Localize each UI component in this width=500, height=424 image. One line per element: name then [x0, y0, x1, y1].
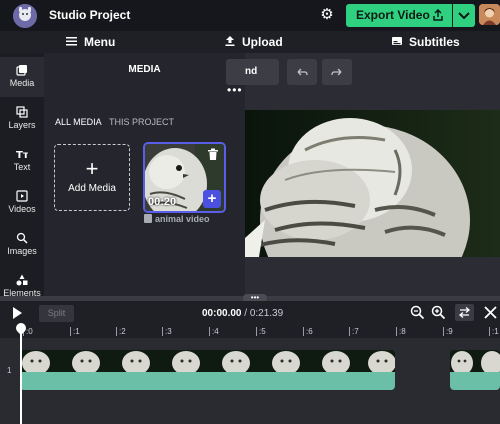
upload-label: Upload — [242, 35, 283, 49]
video-preview[interactable] — [245, 110, 500, 257]
hamburger-icon — [66, 37, 77, 46]
left-tool-rail: Media Layers Tт Text Videos Images Eleme… — [0, 53, 44, 298]
add-media-button[interactable]: + Add Media — [54, 144, 130, 211]
redo-button[interactable] — [322, 59, 352, 85]
clip-filmstrip — [450, 350, 500, 375]
app-logo-avatar[interactable] — [13, 4, 37, 28]
tab-all-media[interactable]: ALL MEDIA — [55, 117, 102, 127]
export-video-label: Export Video — [356, 8, 430, 22]
owl-video-frame — [245, 110, 500, 257]
video-clip[interactable] — [450, 350, 500, 390]
rail-label-images: Images — [7, 246, 37, 256]
top-bar: Studio Project ⚙ Export Video — [0, 0, 500, 31]
menu-label: Menu — [84, 35, 116, 49]
rail-label-text: Text — [13, 162, 31, 172]
rail-item-text[interactable]: Tт Text — [0, 141, 44, 181]
canvas-toolbar-button[interactable]: nd — [226, 59, 279, 85]
upload-icon — [225, 36, 235, 46]
ruler-tick: :6 — [303, 327, 313, 336]
export-options-button[interactable] — [453, 4, 475, 27]
add-to-timeline-button[interactable]: + — [203, 190, 221, 208]
subtitles-icon — [392, 37, 402, 45]
ruler-tick: :5 — [256, 327, 266, 336]
images-icon — [16, 232, 28, 244]
ruler-tick: :2 — [116, 327, 126, 336]
total-time: / 0:21.39 — [241, 308, 284, 319]
rail-item-videos[interactable]: Videos — [0, 183, 44, 223]
settings-gear-icon[interactable]: ⚙ — [318, 6, 336, 24]
canvas-toolbar-label: nd — [245, 66, 258, 77]
media-duration: 00:20 — [148, 196, 177, 208]
ruler-tick: :1 — [489, 327, 499, 336]
clip-bar — [20, 372, 395, 390]
zoom-in-icon[interactable] — [431, 305, 446, 320]
ruler-tick: :9 — [443, 327, 453, 336]
upload-button[interactable]: Upload — [224, 34, 283, 50]
rail-item-images[interactable]: Images — [0, 225, 44, 265]
ruler-tick: :1 — [70, 327, 80, 336]
media-item-name-text: animal video — [155, 214, 210, 224]
video-clip[interactable] — [20, 350, 395, 390]
editor-root: Studio Project ⚙ Export Video Menu Uploa… — [0, 0, 500, 424]
ruler-tick: :8 — [396, 327, 406, 336]
redo-icon — [331, 68, 342, 76]
tab-this-project[interactable]: THIS PROJECT — [109, 117, 174, 127]
media-item-name: animal video — [144, 214, 210, 224]
undo-button[interactable] — [287, 59, 317, 85]
ruler-tick: :3 — [162, 327, 172, 336]
chevron-down-icon — [458, 12, 470, 20]
media-item-thumbnail[interactable]: 00:20 + — [143, 142, 226, 213]
clip-filmstrip — [20, 350, 395, 375]
subtitles-button[interactable]: Subtitles — [391, 34, 460, 50]
media-panel: MEDIA ••• ALL MEDIA THIS PROJECT + Add M… — [44, 53, 245, 298]
export-video-button[interactable]: Export Video — [346, 4, 452, 27]
rail-label-videos: Videos — [8, 204, 36, 214]
zoom-out-icon[interactable] — [410, 305, 425, 320]
media-icon — [16, 65, 27, 76]
split-button[interactable]: Split — [39, 305, 74, 322]
user-avatar[interactable] — [479, 4, 500, 25]
track-number: 1 — [7, 366, 12, 375]
rail-item-media[interactable]: Media — [0, 57, 44, 97]
svg-text:Tт: Tт — [16, 150, 28, 160]
video-file-icon — [144, 214, 152, 223]
subtitles-label: Subtitles — [409, 35, 460, 49]
swap-icon[interactable] — [455, 304, 474, 321]
undo-icon — [297, 68, 308, 76]
videos-icon — [16, 190, 28, 202]
rail-item-layers[interactable]: Layers — [0, 99, 44, 139]
playhead[interactable] — [20, 324, 22, 424]
rail-label-layers: Layers — [8, 120, 36, 130]
elements-icon — [16, 274, 28, 286]
text-icon: Tт — [16, 150, 28, 160]
share-icon — [433, 9, 443, 21]
menu-button[interactable]: Menu — [66, 34, 115, 50]
play-icon[interactable] — [13, 307, 22, 319]
rail-label-media: Media — [9, 78, 35, 88]
menu-bar: Menu Upload Subtitles — [0, 31, 500, 53]
ruler-tick: :7 — [349, 327, 359, 336]
timecode: 00:00.00 / 0:21.39 — [202, 308, 283, 319]
panel-title: MEDIA — [128, 64, 161, 75]
more-options-icon[interactable]: ••• — [227, 83, 243, 97]
clip-bar — [450, 372, 500, 390]
current-time: 00:00.00 — [202, 308, 242, 319]
layers-icon — [16, 106, 28, 118]
ruler-tick: :0 — [23, 327, 33, 336]
plus-icon: + — [85, 156, 99, 181]
close-icon[interactable] — [483, 305, 498, 320]
add-media-label: Add Media — [68, 183, 116, 194]
project-title[interactable]: Studio Project — [49, 8, 130, 22]
trash-icon[interactable] — [207, 148, 219, 161]
ruler-tick: :4 — [209, 327, 219, 336]
